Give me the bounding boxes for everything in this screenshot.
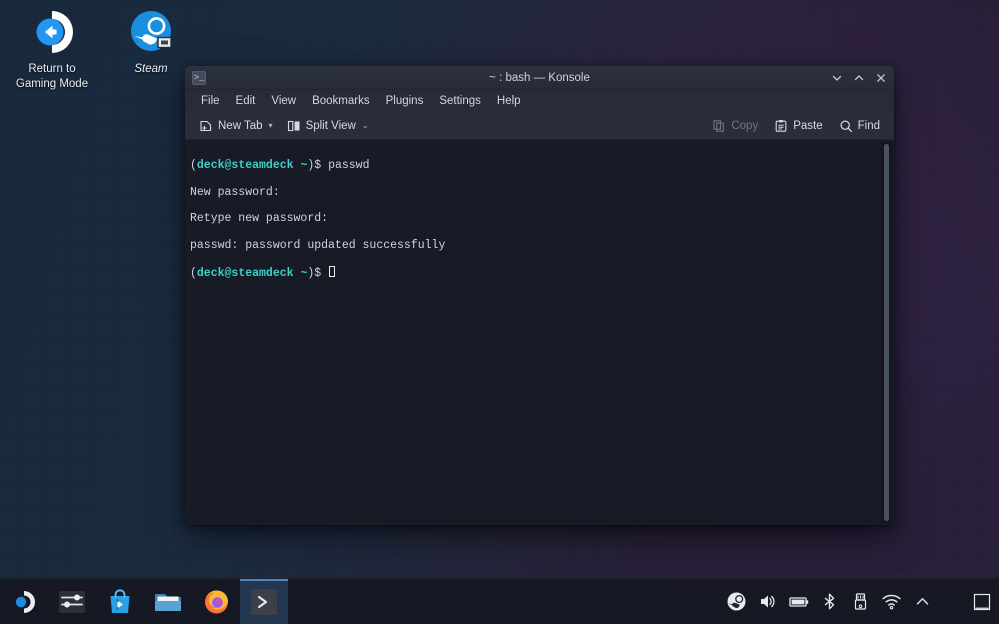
taskbar-item-system-settings[interactable] [48,579,96,624]
toolbar: New Tab ▾ Split View ⌄ Copy Paste Find [185,112,894,140]
tray-item-steam[interactable] [722,579,751,624]
system-tray [722,579,943,624]
return-arrow-icon [2,6,102,58]
menubar: File Edit View Bookmarks Plugins Setting… [185,90,894,112]
taskbar-item-discover[interactable] [96,579,144,624]
menu-file[interactable]: File [193,93,228,109]
split-view-button[interactable]: Split View ⌄ [281,116,375,136]
terminal-line: passwd: password updated successfully [190,239,446,253]
taskbar-item-file-manager[interactable] [144,579,192,624]
chevron-down-icon[interactable]: ⌄ [362,121,369,130]
usb-drive-icon [854,593,867,610]
taskbar-item-application-launcher[interactable] [0,579,48,624]
battery-icon [788,597,808,607]
desktop-icon-label: Return to Gaming Mode [2,62,102,92]
copy-label: Copy [731,119,759,132]
speaker-icon [761,595,775,608]
terminal-scrollbar-thumb[interactable] [884,144,889,521]
folder-icon [155,593,181,611]
paste-icon [774,119,788,133]
taskbar-tasks [0,578,288,624]
chevron-down-icon[interactable]: ▾ [269,121,273,130]
split-view-label: Split View [305,119,356,132]
paste-button[interactable]: Paste [768,116,828,136]
new-tab-icon [199,119,213,133]
show-desktop-button[interactable] [965,579,999,624]
prompt-user-host: deck@steamdeck [196,159,294,173]
prompt-sigil: $ [314,266,322,280]
tray-item-network[interactable] [877,579,906,624]
taskbar [0,578,999,624]
sliders-icon [59,590,85,613]
discover-bag-icon [110,588,130,613]
taskbar-item-konsole[interactable] [240,578,288,624]
split-view-icon [287,119,301,133]
copy-button[interactable]: Copy [706,116,764,136]
menu-bookmarks[interactable]: Bookmarks [304,93,378,109]
toolbar-actions: Copy Paste Find [706,116,886,136]
menu-view[interactable]: View [263,93,304,109]
window-controls [826,67,894,89]
terminal-line: (deck@steamdeck ~)$ passwd [190,159,370,173]
tray-item-show-hidden[interactable] [908,579,937,624]
prompt-sigil: $ [314,159,322,173]
tray-item-volume[interactable] [753,579,782,624]
menu-help[interactable]: Help [489,93,529,109]
find-button[interactable]: Find [833,116,886,136]
prompt-user-host: deck@steamdeck [196,266,294,280]
steamos-launcher-icon [15,590,35,613]
label-line-2: Gaming Mode [15,78,89,90]
terminal-line: New password: [190,185,280,199]
tray-item-battery[interactable] [784,579,813,624]
paste-label: Paste [793,119,823,132]
menu-settings[interactable]: Settings [431,93,489,109]
search-icon [839,119,853,133]
copy-icon [712,119,726,133]
steam-icon [727,592,746,611]
window-minimize-button[interactable] [826,67,848,89]
new-tab-button[interactable]: New Tab ▾ [193,116,279,136]
window-maximize-button[interactable] [848,67,870,89]
steam-icon [101,6,201,58]
window-titlebar[interactable]: >_ ~ : bash — Konsole [185,66,894,90]
window-close-button[interactable] [870,67,892,89]
menu-edit[interactable]: Edit [228,93,264,109]
find-label: Find [857,119,880,132]
tray-item-removable-media[interactable] [846,579,875,624]
konsole-window: >_ ~ : bash — Konsole File Edit View Boo… [185,66,894,525]
terminal-view[interactable]: (deck@steamdeck ~)$ passwd New password:… [185,140,894,525]
menu-plugins[interactable]: Plugins [378,93,432,109]
show-desktop-icon [973,593,991,610]
terminal-cursor [329,265,336,277]
desktop-icon-return-to-gaming-mode[interactable]: Return to Gaming Mode [2,6,102,92]
firefox-icon [204,590,228,614]
terminal-scrollbar[interactable] [881,142,892,523]
terminal-output: (deck@steamdeck ~)$ passwd New password:… [188,146,894,307]
terminal-line: Retype new password: [190,212,329,226]
konsole-prompt-icon: >_ [192,70,206,85]
chevron-up-icon [916,598,929,605]
window-title: ~ : bash — Konsole [489,71,590,84]
wifi-icon [882,594,901,610]
new-tab-label: New Tab [218,119,263,132]
terminal-command: passwd [328,159,370,173]
taskbar-item-firefox[interactable] [192,579,240,624]
terminal-line: (deck@steamdeck ~)$ [190,265,894,280]
label-line-1: Return to [28,63,76,75]
tray-item-bluetooth[interactable] [815,579,844,624]
bluetooth-icon [824,593,835,610]
konsole-prompt-icon [251,588,277,615]
